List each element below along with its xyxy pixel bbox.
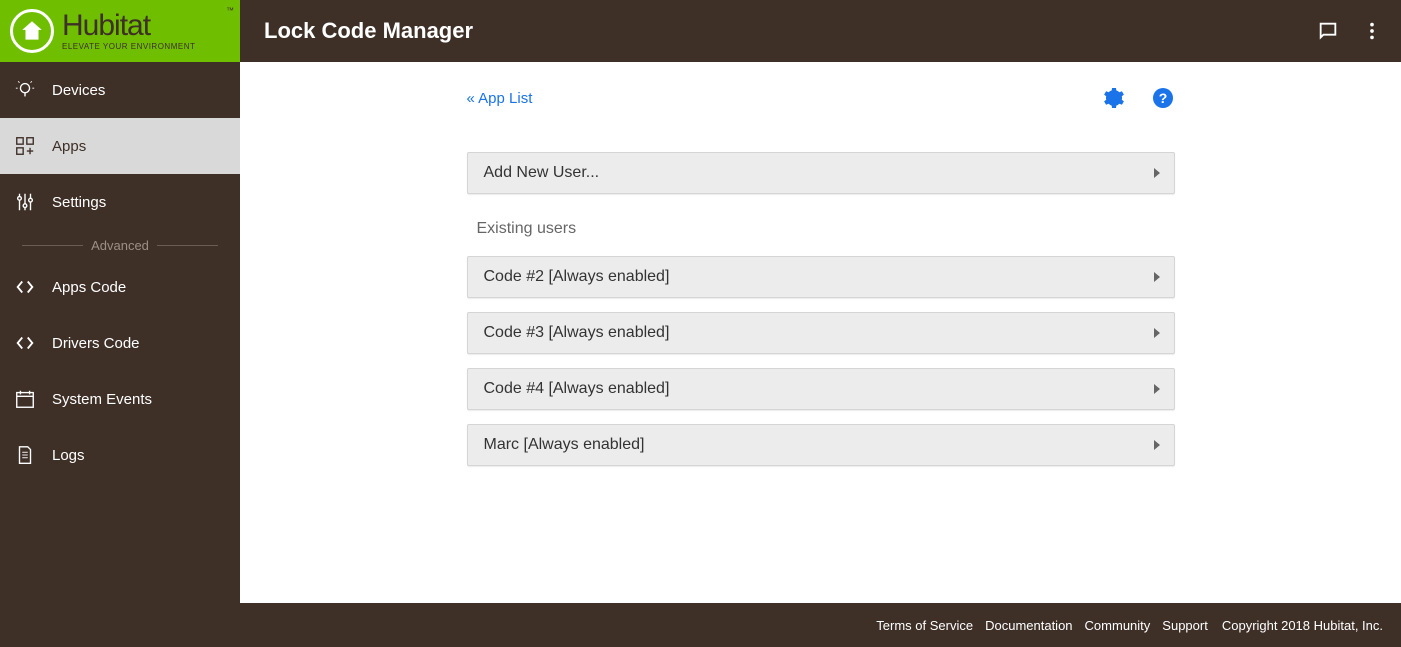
main-content: « App List ? Add New User... Existing us…: [240, 62, 1401, 603]
footer-link-tos[interactable]: Terms of Service: [876, 618, 973, 633]
chat-icon[interactable]: [1317, 20, 1339, 42]
footer-copyright: Copyright 2018 Hubitat, Inc.: [1222, 618, 1383, 633]
header-actions: [1317, 20, 1401, 42]
sidebar-item-label: Apps Code: [52, 279, 126, 296]
sidebar-item-devices[interactable]: Devices: [0, 62, 240, 118]
user-row[interactable]: Code #4 [Always enabled]: [467, 368, 1175, 410]
chevron-right-icon: [1154, 272, 1160, 282]
row-label: Add New User...: [484, 164, 600, 182]
svg-text:?: ?: [1158, 90, 1167, 106]
header-bar: Hubitat ELEVATE YOUR ENVIRONMENT ™ Lock …: [0, 0, 1401, 62]
document-icon: [14, 444, 36, 466]
page-title: Lock Code Manager: [240, 18, 1317, 44]
brand-logo[interactable]: Hubitat ELEVATE YOUR ENVIRONMENT ™: [0, 0, 240, 62]
footer-link-community[interactable]: Community: [1085, 618, 1151, 633]
user-row[interactable]: Code #2 [Always enabled]: [467, 256, 1175, 298]
brand-logo-mark: [10, 9, 54, 53]
sidebar: Devices Apps: [0, 62, 240, 603]
sidebar-item-label: System Events: [52, 391, 152, 408]
code-icon: [14, 276, 36, 298]
brand-trademark: ™: [226, 6, 234, 15]
user-row[interactable]: Marc [Always enabled]: [467, 424, 1175, 466]
sliders-icon: [14, 191, 36, 213]
chevron-right-icon: [1154, 168, 1160, 178]
sidebar-item-label: Devices: [52, 82, 105, 99]
sidebar-item-logs[interactable]: Logs: [0, 427, 240, 483]
sidebar-advanced-label: Advanced: [91, 238, 149, 253]
row-label: Code #3 [Always enabled]: [484, 324, 670, 342]
code-icon: [14, 332, 36, 354]
chevron-right-icon: [1154, 384, 1160, 394]
footer-link-docs[interactable]: Documentation: [985, 618, 1072, 633]
help-icon[interactable]: ?: [1151, 86, 1175, 110]
row-label: Marc [Always enabled]: [484, 436, 645, 454]
gear-icon[interactable]: [1101, 86, 1125, 110]
sidebar-advanced-separator: Advanced: [0, 230, 240, 259]
brand-logo-text: Hubitat ELEVATE YOUR ENVIRONMENT: [62, 11, 195, 51]
calendar-icon: [14, 388, 36, 410]
sidebar-item-system-events[interactable]: System Events: [0, 371, 240, 427]
user-row[interactable]: Code #3 [Always enabled]: [467, 312, 1175, 354]
brand-name: Hubitat: [62, 11, 195, 41]
footer-bar: Terms of Service Documentation Community…: [0, 603, 1401, 647]
breadcrumb-app-list[interactable]: « App List: [467, 90, 533, 107]
existing-users-label: Existing users: [477, 220, 1175, 238]
sidebar-item-apps-code[interactable]: Apps Code: [0, 259, 240, 315]
sidebar-item-label: Logs: [52, 447, 85, 464]
house-icon: [19, 18, 45, 44]
panel-top-bar: « App List ?: [467, 86, 1175, 110]
brand-tagline: ELEVATE YOUR ENVIRONMENT: [62, 43, 195, 51]
more-vert-icon[interactable]: [1361, 20, 1383, 42]
bulb-icon: [14, 79, 36, 101]
footer-link-support[interactable]: Support: [1162, 618, 1208, 633]
add-new-user-button[interactable]: Add New User...: [467, 152, 1175, 194]
row-label: Code #4 [Always enabled]: [484, 380, 670, 398]
sidebar-item-label: Settings: [52, 194, 106, 211]
sidebar-item-settings[interactable]: Settings: [0, 174, 240, 230]
sidebar-item-apps[interactable]: Apps: [0, 118, 240, 174]
sidebar-item-drivers-code[interactable]: Drivers Code: [0, 315, 240, 371]
row-label: Code #2 [Always enabled]: [484, 268, 670, 286]
chevron-right-icon: [1154, 440, 1160, 450]
apps-icon: [14, 135, 36, 157]
chevron-right-icon: [1154, 328, 1160, 338]
sidebar-item-label: Drivers Code: [52, 335, 140, 352]
sidebar-item-label: Apps: [52, 138, 86, 155]
